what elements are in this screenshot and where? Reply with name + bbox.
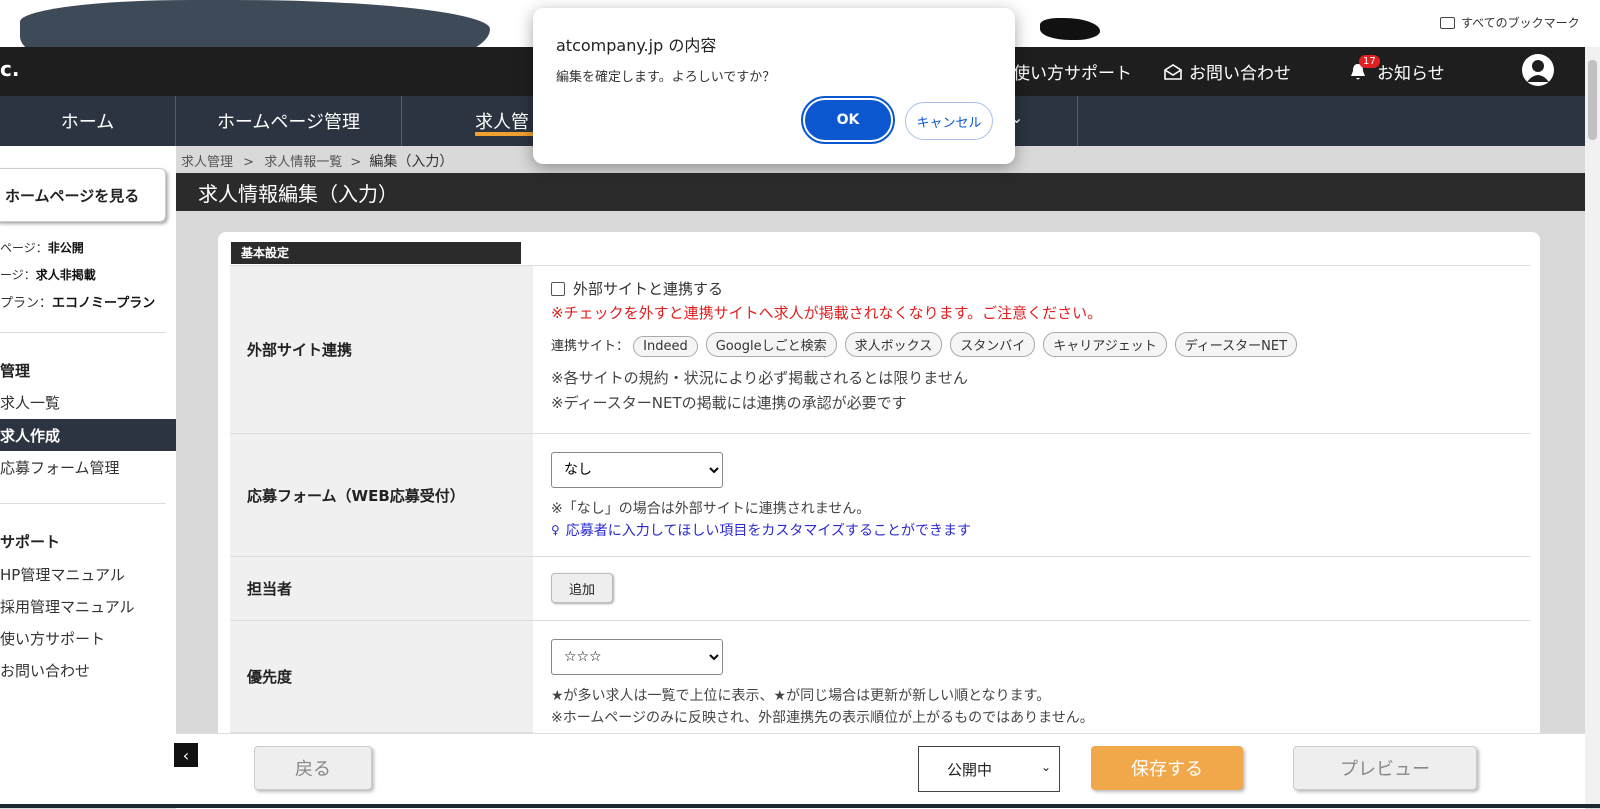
all-bookmarks-label: すべてのブックマーク (1461, 16, 1580, 30)
collapse-sidebar-button[interactable]: ‹ (174, 743, 198, 767)
sidebar-item-job-create[interactable]: 求人作成 (0, 419, 176, 451)
breadcrumb: 求人管理 > 求人情報一覧 > 編集（入力） (181, 151, 453, 171)
folder-icon (1440, 16, 1455, 29)
breadcrumb-job-list[interactable]: 求人情報一覧 (264, 155, 342, 170)
external-link-checkbox-label[interactable]: 外部サイトと連携する (573, 278, 723, 299)
header-notifications-link[interactable]: 17 お知らせ (1349, 54, 1445, 84)
lightbulb-icon: ♀ (551, 523, 560, 537)
site-chip: 求人ボックス (844, 332, 943, 357)
nav-home[interactable]: ホーム (0, 96, 176, 146)
back-button[interactable]: 戻る (254, 746, 372, 790)
sidebar-item-hp-manual[interactable]: HP管理マニュアル (0, 564, 125, 585)
site-chip: キャリアジェット (1043, 332, 1167, 357)
publish-status-value: 公開中 (947, 760, 993, 779)
logo: c. (0, 57, 20, 81)
status-job: ージ：求人非掲載 (0, 268, 96, 282)
priority-select[interactable]: ☆☆☆ (551, 639, 723, 675)
view-homepage-button[interactable]: ホームページを見る (0, 168, 166, 222)
confirm-dialog: atcompany.jp の内容 編集を確定します。よろしいですか？ OK キャ… (533, 8, 1015, 164)
header-support-link[interactable]: 使い方サポート (1013, 59, 1132, 84)
site-chip: スタンバイ (950, 332, 1036, 357)
sidebar-item-form-management[interactable]: 応募フォーム管理 (0, 457, 120, 478)
external-note-2: ※ディースターNETの掲載には連携の承認が必要です (551, 394, 907, 412)
site-chip: ディースターNET (1174, 332, 1298, 357)
sidebar-heading-management: 管理 (0, 362, 31, 380)
mail-icon (1164, 63, 1182, 80)
priority-body: ☆☆☆ ★が多い求人は一覧で上位に表示、★が同じ場合は更新が新しい順となります。… (533, 621, 1530, 733)
external-link-checkbox-row: 外部サイトと連携する (551, 278, 1530, 299)
nav-recruitment-label: 求人管 (475, 112, 529, 133)
save-button[interactable]: 保存する (1091, 746, 1243, 790)
chevron-left-icon: ‹ (182, 745, 190, 765)
add-owner-button[interactable]: 追加 (551, 573, 613, 603)
sidebar-divider-2 (0, 503, 166, 504)
sidebar-item-support[interactable]: 使い方サポート (0, 628, 105, 649)
page-title: 求人情報編集（入力） (176, 173, 1585, 211)
site-chip: Googleしごと検索 (705, 332, 837, 357)
breadcrumb-current: 編集（入力） (369, 154, 454, 170)
external-link-label: 外部サイト連携 (230, 265, 533, 434)
sidebar-item-contact[interactable]: お問い合わせ (0, 660, 90, 681)
header-contact-label: お問い合わせ (1189, 64, 1291, 84)
publish-status-select[interactable]: 公開中 ⌄ (918, 746, 1060, 792)
bell-icon: 17 (1349, 54, 1380, 81)
breadcrumb-separator: > (350, 155, 362, 170)
header-support-label: 使い方サポート (1013, 64, 1132, 84)
scrollbar-thumb[interactable] (1588, 60, 1597, 140)
status-page: ページ：非公開 (0, 241, 84, 255)
status-plan: プラン：エコノミープラン (0, 296, 156, 311)
user-avatar-icon[interactable] (1522, 54, 1554, 86)
all-bookmarks-button[interactable]: すべてのブックマーク (1440, 14, 1580, 31)
dialog-ok-button[interactable]: OK (801, 96, 895, 144)
section-label: 基本設定 (231, 242, 521, 264)
dialog-message: 編集を確定します。よろしいですか？ (556, 70, 776, 85)
linked-sites-row: 連携サイト： Indeed Googleしごと検索 求人ボックス スタンバイ キャリアジ… (551, 332, 1530, 357)
priority-note-2: ※ホームページのみに反映され、外部連携先の表示順位が上がるものではありません。 (551, 710, 1094, 726)
breadcrumb-separator: > (243, 155, 255, 170)
sidebar-item-recruit-manual[interactable]: 採用管理マニュアル (0, 596, 135, 617)
owner-body: 追加 (533, 557, 1530, 621)
application-form-select[interactable]: なし (551, 452, 723, 488)
external-note-1: ※各サイトの規約・状況により必ず掲載されるとは限りません (551, 369, 968, 387)
customize-form-link-label: 応募者に入力してほしい項目をカスタマイズすることができます (565, 523, 971, 539)
notification-badge: 17 (1359, 54, 1380, 68)
sidebar-heading-support: サポート (0, 533, 61, 551)
dialog-title: atcompany.jp の内容 (556, 36, 717, 55)
header-notifications-label: お知らせ (1377, 64, 1445, 84)
nav-active-indicator (475, 132, 533, 136)
nav-homepage-management[interactable]: ホームページ管理 (176, 96, 402, 146)
site-chip: Indeed (633, 336, 698, 357)
external-link-warning: ※チェックを外すと連携サイトへ求人が掲載されなくなります。ご注意ください。 (551, 304, 1103, 322)
sidebar-divider (0, 332, 166, 333)
preview-button[interactable]: プレビュー (1293, 746, 1477, 790)
application-form-label: 応募フォーム（WEB応募受付） (230, 434, 533, 557)
priority-note-1: ★が多い求人は一覧で上位に表示、★が同じ場合は更新が新しい順となります。 (551, 688, 1051, 704)
external-link-checkbox[interactable] (551, 281, 565, 296)
taskbar-strip (0, 804, 1600, 808)
linked-sites-label: 連携サイト： (551, 339, 630, 354)
sidebar-item-job-list[interactable]: 求人一覧 (0, 392, 60, 413)
scrollbar[interactable] (1585, 47, 1600, 808)
dialog-cancel-button[interactable]: キャンセル (905, 102, 993, 140)
priority-label: 優先度 (230, 621, 533, 733)
owner-label: 担当者 (230, 557, 533, 621)
header-contact-link[interactable]: お問い合わせ (1163, 59, 1291, 84)
application-form-note: ※「なし」の場合は外部サイトに連携されません。 (551, 501, 871, 517)
breadcrumb-recruitment[interactable]: 求人管理 (181, 155, 233, 170)
chevron-down-icon: ⌄ (1040, 760, 1051, 774)
application-form-body: なし ※「なし」の場合は外部サイトに連携されません。 ♀ 応募者に入力してほしい… (533, 434, 1530, 557)
external-link-body: 外部サイトと連携する ※チェックを外すと連携サイトへ求人が掲載されなくなります。… (533, 265, 1530, 434)
customize-form-link[interactable]: ♀ 応募者に入力してほしい項目をカスタマイズすることができます (551, 520, 1530, 540)
